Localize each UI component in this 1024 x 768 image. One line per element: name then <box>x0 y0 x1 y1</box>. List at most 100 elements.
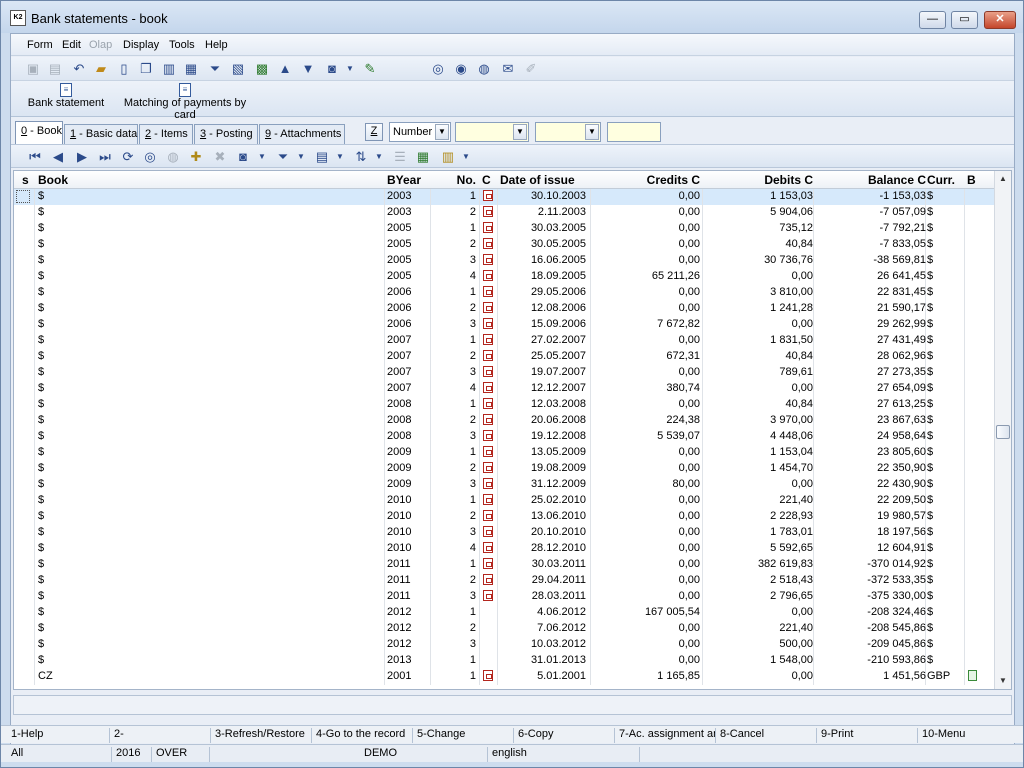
cell-curr[interactable]: $ <box>927 542 961 557</box>
cell-year[interactable]: 2006 <box>387 318 431 333</box>
table-row[interactable]: $2005 4 18.09.2005 65 211,26 0,00 26 641,45 $ <box>14 269 994 285</box>
cell-book[interactable]: $ <box>38 430 378 445</box>
cell-date[interactable]: 31.01.2013 <box>500 654 586 669</box>
cell-balance[interactable]: -38 569,81 <box>814 254 926 269</box>
cell-book[interactable]: $ <box>38 222 378 237</box>
cell-balance[interactable]: -7 833,05 <box>814 238 926 253</box>
cell-date[interactable]: 29.05.2006 <box>500 286 586 301</box>
binoculars-prev-icon[interactable]: ◍ <box>476 61 492 77</box>
table-row[interactable]: $2012 1 4.06.2012 167 005,54 0,00 -208 324,46… <box>14 605 994 621</box>
cell-balance[interactable]: 18 197,56 <box>814 526 926 541</box>
cell-balance[interactable]: 27 654,09 <box>814 382 926 397</box>
cell-debits[interactable]: 0,00 <box>702 382 813 397</box>
cell-credits[interactable]: 0,00 <box>590 462 700 477</box>
cell-year[interactable]: 2001 <box>387 670 431 685</box>
cell-credits[interactable]: 0,00 <box>590 206 700 221</box>
cell-year[interactable]: 2007 <box>387 366 431 381</box>
previous-record-icon[interactable]: ◀ <box>50 149 66 165</box>
menu-display[interactable]: Display <box>123 39 159 51</box>
cell-date[interactable]: 28.12.2010 <box>500 542 586 557</box>
cell-book[interactable]: $ <box>38 638 378 653</box>
cell-credits[interactable]: 80,00 <box>590 478 700 493</box>
cell-credits[interactable]: 380,74 <box>590 382 700 397</box>
table-row[interactable]: $2010 4 28.12.2010 0,00 5 592,65 12 604,91 $ <box>14 541 994 557</box>
binoculars-icon[interactable]: ◎ <box>430 61 446 77</box>
cell-date[interactable]: 20.06.2008 <box>500 414 586 429</box>
cell-no[interactable]: 1 <box>432 606 476 621</box>
scroll-down-icon[interactable]: ▼ <box>995 673 1011 689</box>
refresh-icon[interactable]: ⟳ <box>120 149 136 165</box>
attachment-doc-icon[interactable] <box>483 206 497 221</box>
table-row[interactable]: $2009 1 13.05.2009 0,00 1 153,04 23 805,60 $ <box>14 445 994 461</box>
fkey-cancel[interactable]: 8-Cancel <box>718 728 817 743</box>
cell-no[interactable]: 2 <box>432 462 476 477</box>
table-row[interactable]: $2010 1 25.02.2010 0,00 221,40 22 209,50 $ <box>14 493 994 509</box>
cell-debits[interactable]: 0,00 <box>702 270 813 285</box>
cell-no[interactable]: 1 <box>432 398 476 413</box>
table-row[interactable]: $2006 1 29.05.2006 0,00 3 810,00 22 831,45 $ <box>14 285 994 301</box>
cell-book[interactable]: $ <box>38 318 378 333</box>
cell-credits[interactable]: 0,00 <box>590 558 700 573</box>
cell-balance[interactable]: 1 451,56 <box>814 670 926 685</box>
cell-no[interactable]: 2 <box>432 238 476 253</box>
cell-date[interactable]: 30.05.2005 <box>500 238 586 253</box>
table-row[interactable]: $2012 2 7.06.2012 0,00 221,40 -208 545,86 $ <box>14 621 994 637</box>
cell-date[interactable]: 5.01.2001 <box>500 670 586 685</box>
cell-credits[interactable]: 0,00 <box>590 366 700 381</box>
cell-no[interactable]: 2 <box>432 574 476 589</box>
cell-date[interactable]: 12.12.2007 <box>500 382 586 397</box>
cell-date[interactable]: 20.10.2010 <box>500 526 586 541</box>
cell-credits[interactable]: 167 005,54 <box>590 606 700 621</box>
cell-date[interactable]: 30.03.2005 <box>500 222 586 237</box>
cell-year[interactable]: 2005 <box>387 254 431 269</box>
column-header-date[interactable]: Date of issue <box>500 173 590 187</box>
cell-date[interactable]: 19.07.2007 <box>500 366 586 381</box>
cell-no[interactable]: 2 <box>432 622 476 637</box>
cell-balance[interactable]: -7 057,09 <box>814 206 926 221</box>
cell-debits[interactable]: 735,12 <box>702 222 813 237</box>
attachment-doc-icon[interactable] <box>483 318 497 333</box>
menu-tools[interactable]: Tools <box>169 39 195 51</box>
cell-credits[interactable]: 1 165,85 <box>590 670 700 685</box>
cell-book[interactable]: $ <box>38 286 378 301</box>
cell-year[interactable]: 2010 <box>387 542 431 557</box>
cell-year[interactable]: 2005 <box>387 238 431 253</box>
attachment-doc-icon[interactable] <box>483 430 497 445</box>
cell-balance[interactable]: -210 593,86 <box>814 654 926 669</box>
cell-debits[interactable]: 2 796,65 <box>702 590 813 605</box>
cell-date[interactable]: 12.03.2008 <box>500 398 586 413</box>
cell-debits[interactable]: 1 153,03 <box>702 190 813 205</box>
attachment-doc-icon[interactable] <box>483 542 497 557</box>
vertical-scrollbar[interactable]: ▲ ▼ <box>994 171 1011 689</box>
arrow-up-icon[interactable]: ▲ <box>277 61 293 77</box>
cell-book[interactable]: $ <box>38 206 378 221</box>
cell-balance[interactable]: 27 613,25 <box>814 398 926 413</box>
cell-year[interactable]: 2008 <box>387 430 431 445</box>
cell-balance[interactable]: 22 831,45 <box>814 286 926 301</box>
cell-debits[interactable]: 0,00 <box>702 318 813 333</box>
cell-debits[interactable]: 1 548,00 <box>702 654 813 669</box>
table-row[interactable]: $2009 2 19.08.2009 0,00 1 454,70 22 350,90 $ <box>14 461 994 477</box>
cell-balance[interactable]: 29 262,99 <box>814 318 926 333</box>
cell-no[interactable]: 1 <box>432 446 476 461</box>
cell-no[interactable]: 2 <box>432 206 476 221</box>
cell-no[interactable]: 1 <box>432 334 476 349</box>
cell-curr[interactable]: $ <box>927 398 961 413</box>
cell-curr[interactable]: $ <box>927 382 961 397</box>
column-header-byear[interactable]: BYear <box>387 173 431 187</box>
cell-no[interactable]: 2 <box>432 510 476 525</box>
last-record-icon[interactable]: ⏭ <box>97 149 113 165</box>
cell-book[interactable]: $ <box>38 190 378 205</box>
cell-balance[interactable]: 19 980,57 <box>814 510 926 525</box>
cell-curr[interactable]: $ <box>927 606 961 621</box>
cell-year[interactable]: 2010 <box>387 494 431 509</box>
cell-debits[interactable]: 2 518,43 <box>702 574 813 589</box>
cell-no[interactable]: 3 <box>432 430 476 445</box>
cell-credits[interactable]: 7 672,82 <box>590 318 700 333</box>
table-row[interactable]: $2007 4 12.12.2007 380,74 0,00 27 654,09 $ <box>14 381 994 397</box>
column-header-balance[interactable]: Balance C <box>814 173 926 187</box>
cell-debits[interactable]: 1 241,28 <box>702 302 813 317</box>
tab-basic-data[interactable]: 1 - Basic data <box>64 124 138 144</box>
table-row[interactable]: $2005 2 30.05.2005 0,00 40,84 -7 833,05 $ <box>14 237 994 253</box>
find-next-icon[interactable]: ◍ <box>165 149 181 165</box>
